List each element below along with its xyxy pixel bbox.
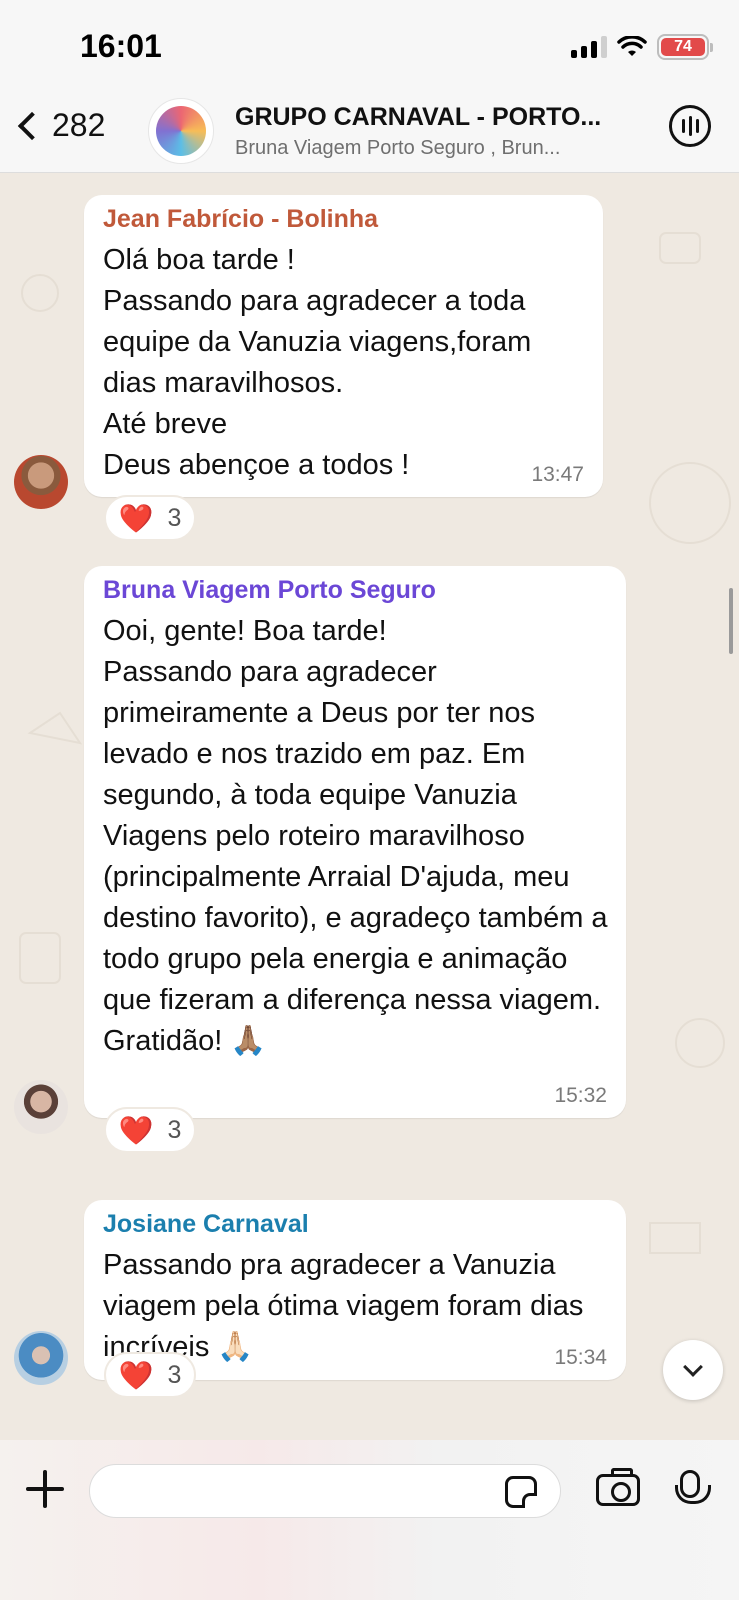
chevron-left-icon xyxy=(17,111,47,140)
scrollbar[interactable] xyxy=(729,588,733,654)
reaction-count: 3 xyxy=(167,1360,182,1389)
signal-icon xyxy=(571,36,607,58)
reaction-badge[interactable]: ❤️ 3 xyxy=(104,1107,196,1153)
message-bubble[interactable]: Bruna Viagem Porto Seguro Ooi, gente! Bo… xyxy=(84,566,626,1118)
status-time: 16:01 xyxy=(80,28,162,64)
group-members[interactable]: Bruna Viagem Porto Seguro , Brun... xyxy=(235,137,560,160)
unread-count: 282 xyxy=(52,107,106,143)
call-button[interactable] xyxy=(669,105,711,147)
message-time: 13:47 xyxy=(531,463,584,486)
message-bubble[interactable]: Jean Fabrício - Bolinha Olá boa tarde ! … xyxy=(84,195,603,497)
message-time: 15:34 xyxy=(554,1346,607,1369)
message-sender: Jean Fabrício - Bolinha xyxy=(103,205,379,233)
message-text: Ooi, gente! Boa tarde! Passando para agr… xyxy=(103,615,608,1057)
sticker-icon[interactable] xyxy=(505,1476,537,1508)
heart-icon: ❤️ xyxy=(118,502,154,534)
message-text: Olá boa tarde ! Passando para agradecer … xyxy=(103,244,532,481)
message-composer xyxy=(0,1440,739,1600)
wifi-icon xyxy=(617,36,647,56)
back-button[interactable]: 282 xyxy=(14,107,105,144)
group-title[interactable]: GRUPO CARNAVAL - PORTO... xyxy=(235,103,601,132)
battery-level: 74 xyxy=(661,38,705,56)
message-sender: Bruna Viagem Porto Seguro xyxy=(103,576,436,604)
reaction-count: 3 xyxy=(167,503,182,532)
message-sender: Josiane Carnaval xyxy=(103,1210,309,1238)
avatar[interactable] xyxy=(14,455,68,509)
battery-icon: 74 xyxy=(657,34,713,60)
avatar[interactable] xyxy=(14,1331,68,1385)
reaction-count: 3 xyxy=(167,1115,182,1144)
message-text: Passando pra agradecer a Vanuzia viagem … xyxy=(103,1249,584,1363)
camera-icon[interactable] xyxy=(596,1468,640,1506)
message-list[interactable]: Jean Fabrício - Bolinha Olá boa tarde ! … xyxy=(0,173,739,1440)
heart-icon: ❤️ xyxy=(118,1114,154,1146)
chat-header: 282 GRUPO CARNAVAL - PORTO... Bruna Viag… xyxy=(0,95,739,173)
reaction-badge[interactable]: ❤️ 3 xyxy=(104,1352,196,1398)
chevron-down-icon xyxy=(683,1357,703,1377)
plus-icon[interactable] xyxy=(26,1470,64,1508)
status-bar: 16:01 74 xyxy=(0,0,739,95)
scroll-to-bottom-button[interactable] xyxy=(663,1340,723,1400)
status-icons: 74 xyxy=(571,34,713,60)
avatar[interactable] xyxy=(14,1080,68,1134)
reaction-badge[interactable]: ❤️ 3 xyxy=(104,495,196,541)
message-time: 15:32 xyxy=(554,1084,607,1107)
microphone-icon[interactable] xyxy=(675,1470,711,1504)
message-input[interactable] xyxy=(89,1464,561,1518)
heart-icon: ❤️ xyxy=(118,1359,154,1391)
group-avatar[interactable] xyxy=(148,98,214,164)
